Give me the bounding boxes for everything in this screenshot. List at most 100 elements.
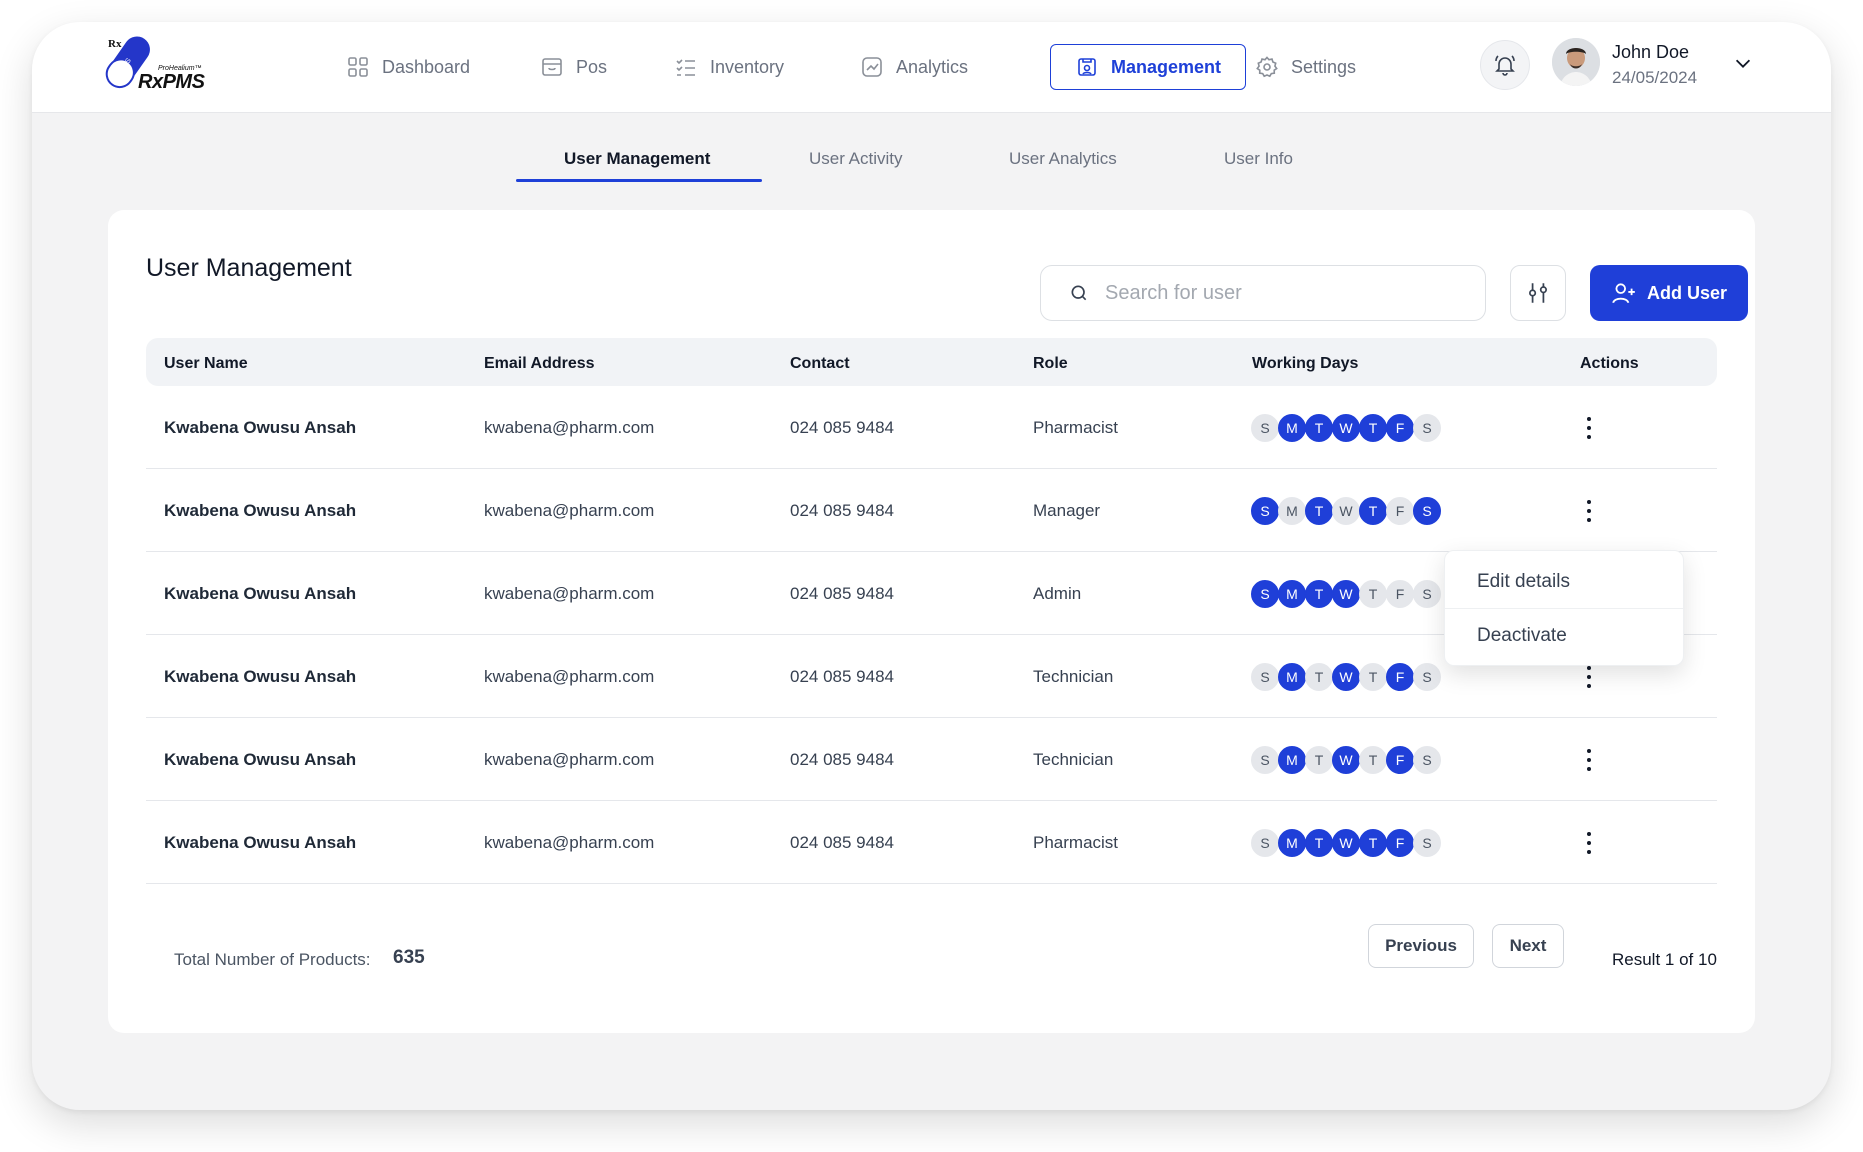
search-input[interactable] — [1105, 281, 1445, 305]
day-badge: T — [1359, 829, 1387, 857]
day-badge: S — [1251, 829, 1279, 857]
nav-label: Management — [1111, 56, 1222, 77]
working-days: SMTWTFS — [1251, 746, 1441, 774]
column-header-actions: Actions — [1580, 355, 1639, 372]
day-badge: S — [1413, 497, 1441, 525]
more-actions-icon[interactable] — [1578, 663, 1600, 691]
checklist-icon — [676, 59, 695, 76]
user-name-cell: Kwabena Owusu Ansah — [164, 584, 357, 603]
day-badge: T — [1305, 580, 1333, 608]
trend-icon — [862, 57, 882, 77]
tab-user-info[interactable]: User Info — [1224, 149, 1293, 169]
day-badge: T — [1305, 829, 1333, 857]
contact-cell: 024 085 9484 — [790, 667, 894, 686]
day-badge: F — [1386, 580, 1414, 608]
table-row[interactable]: Kwabena Owusu Ansah kwabena@pharm.com 024 … — [146, 801, 1717, 884]
top-navigation-bar: Rx PMS ProHealium™ RxPMS Dashboard Pos I… — [32, 22, 1831, 113]
sliders-icon — [1529, 283, 1547, 303]
email-cell: kwabena@pharm.com — [484, 750, 655, 769]
total-products-value: 635 — [393, 947, 425, 968]
user-management-card: User Management Add User User Name Email… — [108, 210, 1755, 1033]
day-badge: T — [1359, 663, 1387, 691]
tab-user-management[interactable]: User Management — [564, 149, 710, 169]
menu-divider — [1445, 608, 1683, 609]
next-button[interactable]: Next — [1492, 924, 1564, 968]
day-badge: S — [1251, 746, 1279, 774]
row-actions-menu: Edit details Deactivate — [1444, 550, 1684, 666]
email-cell: kwabena@pharm.com — [484, 833, 655, 852]
avatar[interactable] — [1552, 38, 1600, 86]
day-badge: F — [1386, 829, 1414, 857]
pagination-result: Result 1 of 10 — [1612, 950, 1717, 969]
deactivate-menu-item[interactable]: Deactivate — [1477, 625, 1567, 647]
day-badge: S — [1251, 663, 1279, 691]
more-actions-icon[interactable] — [1578, 829, 1600, 857]
role-cell: Technician — [1033, 750, 1114, 769]
column-header-user-name: User Name — [164, 355, 248, 372]
tab-user-analytics[interactable]: User Analytics — [1009, 149, 1117, 169]
day-badge: T — [1305, 497, 1333, 525]
nav-analytics[interactable]: Analytics — [860, 44, 968, 90]
day-badge: T — [1359, 414, 1387, 442]
nav-dashboard[interactable]: Dashboard — [346, 44, 470, 90]
day-badge: S — [1251, 414, 1279, 442]
nav-inventory[interactable]: Inventory — [674, 44, 784, 90]
chevron-down-icon[interactable] — [1732, 52, 1754, 74]
day-badge: M — [1278, 663, 1306, 691]
gear-icon — [1256, 56, 1278, 78]
day-badge: T — [1305, 414, 1333, 442]
column-header-working-days: Working Days — [1252, 355, 1359, 372]
total-products-label: Total Number of Products: — [174, 950, 371, 969]
tab-user-activity[interactable]: User Activity — [809, 149, 903, 169]
nav-management[interactable]: Management — [1050, 44, 1247, 90]
nav-settings[interactable]: Settings — [1255, 44, 1356, 90]
day-badge: W — [1332, 663, 1360, 691]
more-actions-icon[interactable] — [1578, 746, 1600, 774]
user-avatar-icon — [1552, 38, 1600, 86]
bell-icon — [1495, 55, 1515, 76]
contact-cell: 024 085 9484 — [790, 750, 894, 769]
previous-button[interactable]: Previous — [1368, 924, 1474, 968]
day-badge: M — [1278, 829, 1306, 857]
day-badge: T — [1359, 580, 1387, 608]
add-user-label: Add User — [1646, 282, 1727, 303]
rx-mark: Rx — [108, 38, 122, 50]
brand-name: RxPMS — [138, 71, 205, 93]
working-days: SMTWTFS — [1251, 829, 1441, 857]
day-badge: S — [1413, 580, 1441, 608]
filter-button[interactable] — [1510, 265, 1566, 321]
role-cell: Technician — [1033, 667, 1114, 686]
contact-cell: 024 085 9484 — [790, 833, 894, 852]
nav-label: Settings — [1291, 56, 1357, 77]
table-row[interactable]: Kwabena Owusu Ansah kwabena@pharm.com 024 … — [146, 469, 1717, 552]
edit-details-menu-item[interactable]: Edit details — [1477, 571, 1570, 593]
day-badge: T — [1305, 746, 1333, 774]
column-header-contact: Contact — [790, 355, 850, 372]
email-cell: kwabena@pharm.com — [484, 667, 655, 686]
day-badge: F — [1386, 414, 1414, 442]
more-actions-icon[interactable] — [1578, 414, 1600, 442]
nav-label: Pos — [576, 56, 608, 77]
email-cell: kwabena@pharm.com — [484, 584, 655, 603]
table-row[interactable]: Kwabena Owusu Ansah kwabena@pharm.com 024 … — [146, 718, 1717, 801]
user-date: 24/05/2024 — [1612, 68, 1698, 87]
nav-pos[interactable]: Pos — [540, 44, 607, 90]
day-badge: W — [1332, 497, 1360, 525]
store-icon — [542, 58, 562, 76]
search-box — [1040, 265, 1486, 321]
rxpms-logo[interactable]: Rx PMS ProHealium™ RxPMS — [104, 36, 212, 98]
table-row[interactable]: Kwabena Owusu Ansah kwabena@pharm.com 024 … — [146, 386, 1717, 469]
role-cell: Pharmacist — [1033, 833, 1119, 852]
more-actions-icon[interactable] — [1578, 497, 1600, 525]
email-cell: kwabena@pharm.com — [484, 418, 655, 437]
active-tab-indicator — [516, 179, 762, 182]
add-user-button[interactable]: Add User — [1590, 265, 1748, 321]
notifications-button[interactable] — [1480, 40, 1530, 90]
day-badge: S — [1251, 580, 1279, 608]
management-icon — [1078, 58, 1096, 76]
grid-icon — [348, 57, 368, 77]
day-badge: W — [1332, 746, 1360, 774]
add-user-icon — [1612, 283, 1635, 304]
app-window: Rx PMS ProHealium™ RxPMS Dashboard Pos I… — [32, 22, 1831, 1110]
day-badge: F — [1386, 497, 1414, 525]
